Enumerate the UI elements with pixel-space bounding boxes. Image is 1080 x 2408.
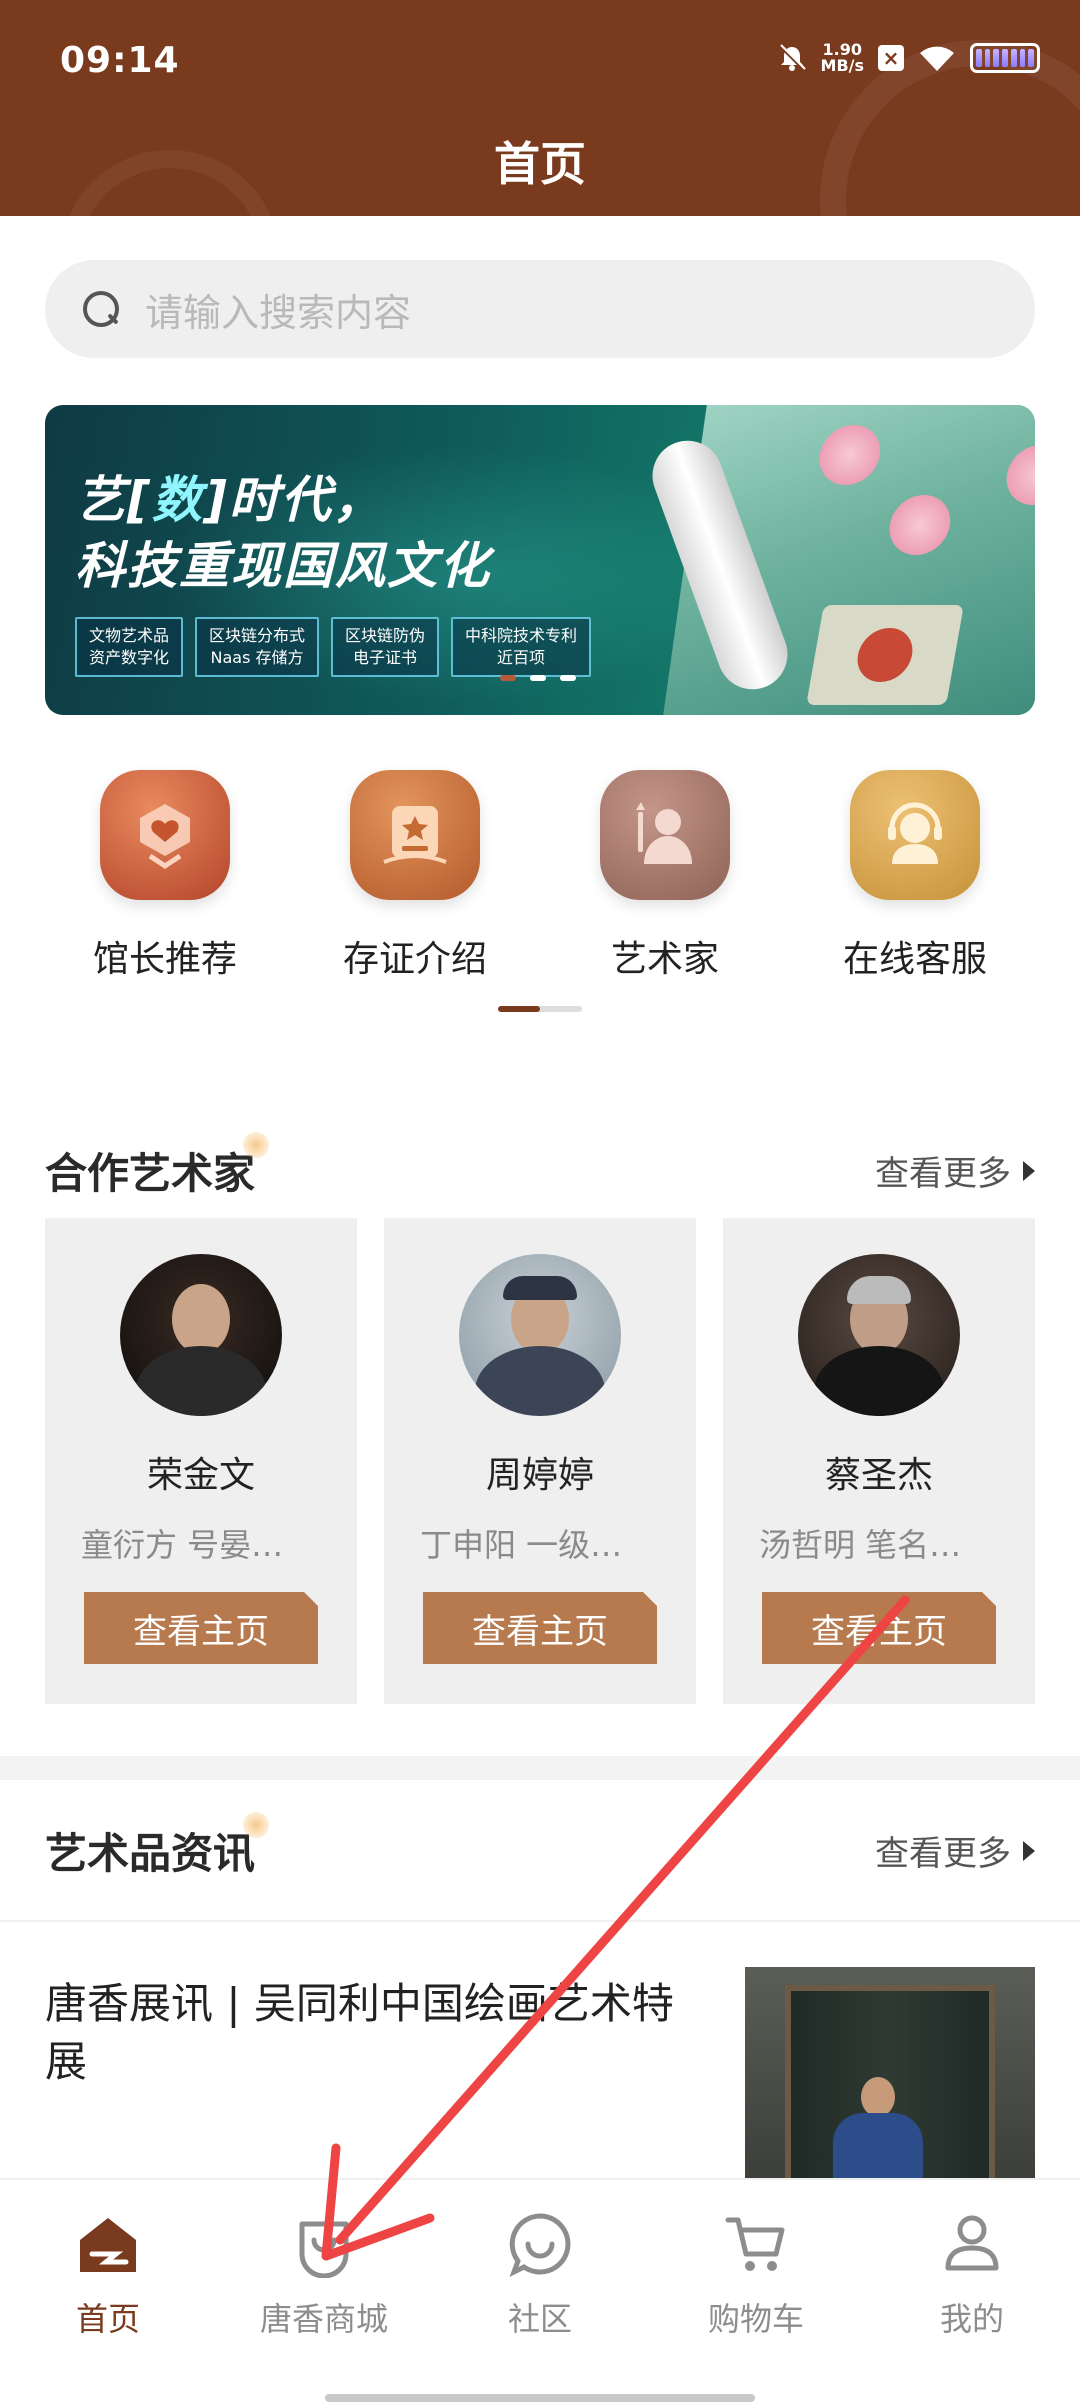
banner-tag-line: 近百项 bbox=[497, 648, 546, 667]
shopping-bag-icon bbox=[299, 2221, 349, 2278]
quick-menu: 馆长推荐 存证介绍 艺术家 在线客服 bbox=[0, 770, 1080, 982]
banner-tag-line: 中科院技术专利 bbox=[465, 626, 578, 645]
chevron-right-icon bbox=[1023, 1840, 1035, 1861]
banner-title-highlight: 数 bbox=[151, 471, 204, 529]
artist-description: 童衍方 号晏… bbox=[81, 1526, 284, 1564]
banner-tags: 文物艺术品 资产数字化 区块链分布式 Naas 存储方 区块链防伪 电子证书 中… bbox=[75, 617, 592, 677]
news-see-more-link[interactable]: 查看更多 bbox=[875, 1826, 1035, 1875]
view-homepage-button[interactable]: 查看主页 bbox=[762, 1592, 996, 1664]
banner-subtitle: 科技重现国风文化 bbox=[75, 537, 491, 595]
search-input[interactable]: 请输入搜索内容 bbox=[145, 282, 411, 337]
banner-chip-seal bbox=[806, 605, 964, 705]
news-section-header: 艺术品资讯 查看更多 bbox=[45, 1812, 1035, 1881]
nav-label: 社区 bbox=[507, 2300, 572, 2338]
network-speed-unit: MB/s bbox=[820, 56, 864, 75]
view-homepage-button[interactable]: 查看主页 bbox=[423, 1592, 657, 1664]
view-homepage-button[interactable]: 查看主页 bbox=[84, 1592, 318, 1664]
artist-icon[interactable] bbox=[600, 770, 730, 900]
mute-bell-icon bbox=[779, 44, 806, 71]
quick-item-label: 艺术家 bbox=[610, 939, 719, 980]
close-box-icon: × bbox=[878, 45, 904, 71]
banner-tag: 中科院技术专利 近百项 bbox=[451, 617, 592, 677]
nav-label: 购物车 bbox=[707, 2300, 804, 2338]
quick-item-curator-recommend[interactable]: 馆长推荐 bbox=[65, 770, 265, 982]
banner-tag: 区块链防伪 电子证书 bbox=[331, 617, 440, 677]
artist-card[interactable]: 荣金文 童衍方 号晏… 查看主页 bbox=[45, 1218, 357, 1704]
battery-icon bbox=[970, 43, 1040, 73]
profile-icon bbox=[945, 2215, 999, 2271]
quick-item-artist[interactable]: 艺术家 bbox=[565, 770, 765, 982]
artist-card[interactable]: 周婷婷 丁申阳 一级… 查看主页 bbox=[384, 1218, 696, 1704]
avatar bbox=[798, 1254, 960, 1416]
quick-item-customer-service[interactable]: 在线客服 bbox=[815, 770, 1015, 982]
network-speed: 1.90 MB/s bbox=[821, 42, 864, 74]
banner-tag-line: 文物艺术品 bbox=[89, 626, 170, 645]
certificate-intro-icon[interactable] bbox=[350, 770, 480, 900]
banner-dot[interactable] bbox=[560, 675, 576, 681]
status-time: 09:14 bbox=[60, 40, 180, 81]
nav-item-mall[interactable]: 唐香商城 bbox=[224, 2210, 424, 2340]
see-more-label: 查看更多 bbox=[875, 1834, 1011, 1874]
bottom-navigation: 首页 唐香商城 社区 购物车 我的 bbox=[0, 2178, 1080, 2408]
quick-menu-page-indicator bbox=[498, 1006, 582, 1012]
artists-see-more-link[interactable]: 查看更多 bbox=[875, 1146, 1035, 1195]
home-indicator-bar[interactable] bbox=[325, 2394, 755, 2402]
page-title: 首页 bbox=[494, 137, 586, 191]
nav-item-home[interactable]: 首页 bbox=[8, 2210, 208, 2340]
nav-item-cart[interactable]: 购物车 bbox=[656, 2210, 856, 2340]
nav-item-profile[interactable]: 我的 bbox=[872, 2210, 1072, 2340]
artist-name: 蔡圣杰 bbox=[824, 1455, 933, 1496]
banner-title-part: ]时代， bbox=[203, 471, 385, 529]
banner-tag-line: 电子证书 bbox=[353, 648, 418, 667]
banner-dot[interactable] bbox=[500, 675, 516, 681]
nav-label: 我的 bbox=[939, 2300, 1004, 2338]
promo-banner[interactable]: 艺[数]时代， 科技重现国风文化 文物艺术品 资产数字化 区块链分布式 Naas… bbox=[45, 405, 1035, 715]
status-icons: 1.90 MB/s × bbox=[777, 42, 1040, 74]
section-divider bbox=[0, 1756, 1080, 1780]
quick-item-label: 存证介绍 bbox=[342, 939, 487, 980]
news-section-title: 艺术品资讯 bbox=[45, 1812, 270, 1881]
nav-item-community[interactable]: 社区 bbox=[440, 2210, 640, 2340]
nav-label: 唐香商城 bbox=[259, 2300, 388, 2338]
banner-title: 艺[数]时代， 科技重现国风文化 bbox=[75, 467, 491, 599]
artists-section-header: 合作艺术家 查看更多 bbox=[45, 1132, 1035, 1201]
artist-name: 周婷婷 bbox=[485, 1455, 594, 1496]
banner-dot[interactable] bbox=[530, 675, 546, 681]
see-more-label: 查看更多 bbox=[875, 1154, 1011, 1194]
curator-recommend-icon[interactable] bbox=[100, 770, 230, 900]
banner-tag-line: 区块链分布式 bbox=[209, 626, 306, 645]
avatar bbox=[459, 1254, 621, 1416]
quick-item-label: 馆长推荐 bbox=[92, 939, 237, 980]
news-title: 唐香展讯 | 吴同利中国绘画艺术特展 bbox=[45, 1979, 674, 2086]
artists-section-title: 合作艺术家 bbox=[45, 1132, 270, 1201]
quick-item-certificate-intro[interactable]: 存证介绍 bbox=[315, 770, 515, 982]
artist-name: 荣金文 bbox=[146, 1455, 255, 1496]
banner-tag-line: 区块链防伪 bbox=[345, 626, 426, 645]
search-bar[interactable]: 请输入搜索内容 bbox=[45, 260, 1035, 358]
artist-description: 汤哲明 笔名… bbox=[759, 1526, 962, 1564]
avatar bbox=[120, 1254, 282, 1416]
app-header: 09:14 1.90 MB/s × 首页 bbox=[0, 0, 1080, 216]
artists-list: 荣金文 童衍方 号晏… 查看主页 周婷婷 丁申阳 一级… 查看主页 蔡圣杰 汤哲… bbox=[45, 1218, 1035, 1704]
cart-icon bbox=[725, 2217, 785, 2271]
news-thumbnail bbox=[745, 1967, 1035, 2197]
banner-title-part: 艺[ bbox=[75, 471, 152, 529]
search-icon bbox=[83, 291, 119, 327]
chevron-right-icon bbox=[1023, 1160, 1035, 1181]
nav-label: 首页 bbox=[75, 2300, 140, 2338]
home-icon bbox=[80, 2218, 136, 2272]
artist-description: 丁申阳 一级… bbox=[420, 1526, 623, 1564]
banner-tag-line: Naas 存储方 bbox=[210, 648, 304, 667]
quick-item-label: 在线客服 bbox=[842, 939, 987, 980]
wifi-icon bbox=[920, 46, 954, 71]
banner-tag-line: 资产数字化 bbox=[89, 648, 170, 667]
customer-service-icon[interactable] bbox=[850, 770, 980, 900]
banner-tag: 区块链分布式 Naas 存储方 bbox=[195, 617, 320, 677]
artist-card[interactable]: 蔡圣杰 汤哲明 笔名… 查看主页 bbox=[723, 1218, 1035, 1704]
banner-tag: 文物艺术品 资产数字化 bbox=[75, 617, 184, 677]
community-icon bbox=[509, 2213, 571, 2278]
banner-pagination bbox=[500, 675, 576, 681]
news-divider bbox=[0, 1920, 1080, 1922]
news-item[interactable]: 唐香展讯 | 吴同利中国绘画艺术特展 bbox=[45, 1967, 1035, 2197]
